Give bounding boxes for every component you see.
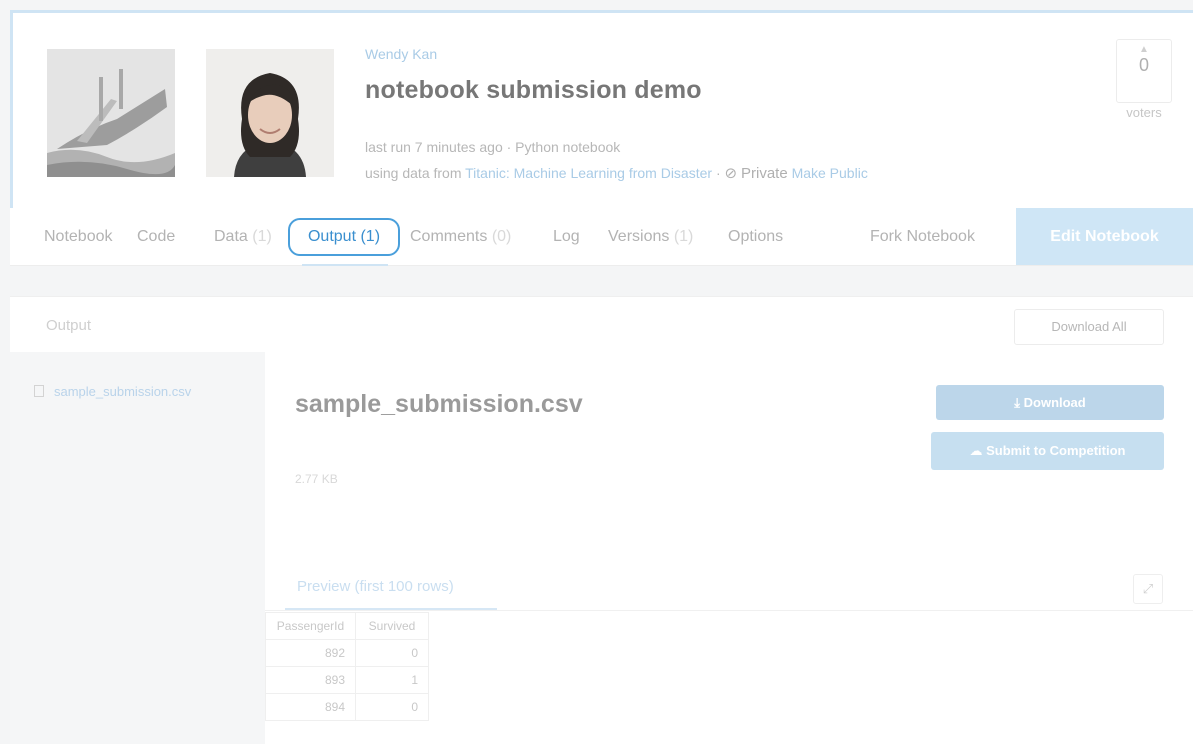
make-public-link[interactable]: Make Public	[792, 165, 868, 181]
column-header[interactable]: PassengerId	[265, 612, 356, 640]
kernel-tabs: Notebook Code Data (1) Output (1) Commen…	[10, 208, 1193, 266]
preview-table: PassengerId Survived 892 0 893 1 894 0	[265, 612, 429, 721]
tab-label: Options	[728, 228, 784, 245]
file-detail: sample_submission.csv 2.77 KB ⤓ Download…	[265, 352, 1193, 744]
download-all-button[interactable]: Download All	[1014, 309, 1164, 345]
tab-label: Code	[137, 228, 176, 245]
tab-label: Notebook	[44, 228, 113, 245]
output-header: Output Download All	[10, 296, 1193, 352]
eye-slash-icon: ⊘	[724, 165, 738, 182]
table-cell: 893	[265, 666, 356, 694]
author-photo-icon	[206, 49, 334, 177]
edit-notebook-button[interactable]: Edit Notebook	[1016, 208, 1193, 265]
cloud-upload-icon: ☁	[969, 443, 983, 458]
file-name: sample_submission.csv	[54, 384, 192, 399]
tab-count: (0)	[491, 228, 512, 245]
tab-versions[interactable]: Versions (1)	[608, 228, 693, 246]
tab-options[interactable]: Options	[728, 228, 783, 246]
output-section-label: Output	[46, 317, 92, 334]
submit-label: Submit to Competition	[986, 443, 1126, 458]
table-cell: 0	[355, 639, 429, 667]
file-list-item[interactable]: sample_submission.csv	[34, 384, 191, 399]
kernel-header: Wendy Kan notebook submission demo last …	[10, 10, 1193, 208]
tab-output[interactable]: Output (1)	[288, 218, 400, 256]
file-size: 2.77 KB	[295, 472, 338, 486]
run-info: last run 7 minutes ago · Python notebook	[365, 139, 621, 155]
kaggle-kernel-page: Wendy Kan notebook submission demo last …	[0, 0, 1193, 744]
dataset-link[interactable]: Titanic: Machine Learning from Disaster	[465, 165, 712, 181]
table-cell: 1	[355, 666, 429, 694]
table-cell: 0	[355, 693, 429, 721]
caret-up-icon: ▲	[1139, 44, 1149, 55]
submit-to-competition-button[interactable]: ☁ Submit to Competition	[931, 432, 1164, 470]
tab-label: Data	[214, 228, 248, 245]
tab-count: (1)	[673, 228, 694, 245]
author-link[interactable]: Wendy Kan	[365, 46, 437, 62]
tab-code[interactable]: Code	[137, 228, 175, 246]
column-header[interactable]: Survived	[355, 612, 429, 640]
table-cell: 892	[265, 639, 356, 667]
voters-label: voters	[1126, 105, 1162, 120]
download-icon: ⤓	[1014, 395, 1020, 410]
tab-comments[interactable]: Comments (0)	[410, 228, 511, 246]
active-tab-indicator	[302, 264, 388, 266]
vote-count: 0	[1138, 55, 1149, 75]
tab-label: Versions	[608, 228, 670, 245]
tab-count: (1)	[252, 228, 272, 245]
tab-label: Log	[553, 228, 580, 245]
kernel-title: notebook submission demo	[365, 76, 702, 104]
output-file-list: sample_submission.csv	[10, 352, 265, 744]
tab-label: Output (1)	[307, 228, 381, 245]
tab-log[interactable]: Log	[553, 228, 580, 246]
separator: ·	[715, 165, 721, 181]
fork-notebook-button[interactable]: Fork Notebook	[870, 228, 975, 246]
data-source-line: using data from Titanic: Machine Learnin…	[365, 164, 868, 182]
expand-icon[interactable]: ⤢	[1133, 574, 1163, 604]
table-header-row: PassengerId Survived	[265, 612, 429, 640]
ship-image-icon	[47, 49, 175, 177]
tab-label: Comments	[410, 228, 488, 245]
upvote-button[interactable]: ▲ 0	[1116, 39, 1172, 103]
tab-notebook[interactable]: Notebook	[44, 228, 113, 246]
selected-file-name: sample_submission.csv	[295, 390, 583, 418]
divider	[265, 610, 1193, 611]
file-icon	[34, 385, 44, 397]
table-row: 894 0	[265, 693, 429, 721]
data-source-prefix: using data from	[365, 165, 462, 181]
kernel-thumbnail[interactable]	[47, 49, 175, 177]
download-button[interactable]: ⤓ Download	[936, 385, 1164, 420]
table-row: 892 0	[265, 639, 429, 667]
privacy-label: Private	[740, 165, 788, 182]
table-cell: 894	[265, 693, 356, 721]
author-avatar[interactable]	[206, 49, 334, 177]
preview-tab[interactable]: Preview (first 100 rows)	[297, 578, 454, 595]
table-row: 893 1	[265, 666, 429, 694]
download-label: Download	[1023, 395, 1086, 410]
tab-data[interactable]: Data (1)	[214, 228, 272, 246]
